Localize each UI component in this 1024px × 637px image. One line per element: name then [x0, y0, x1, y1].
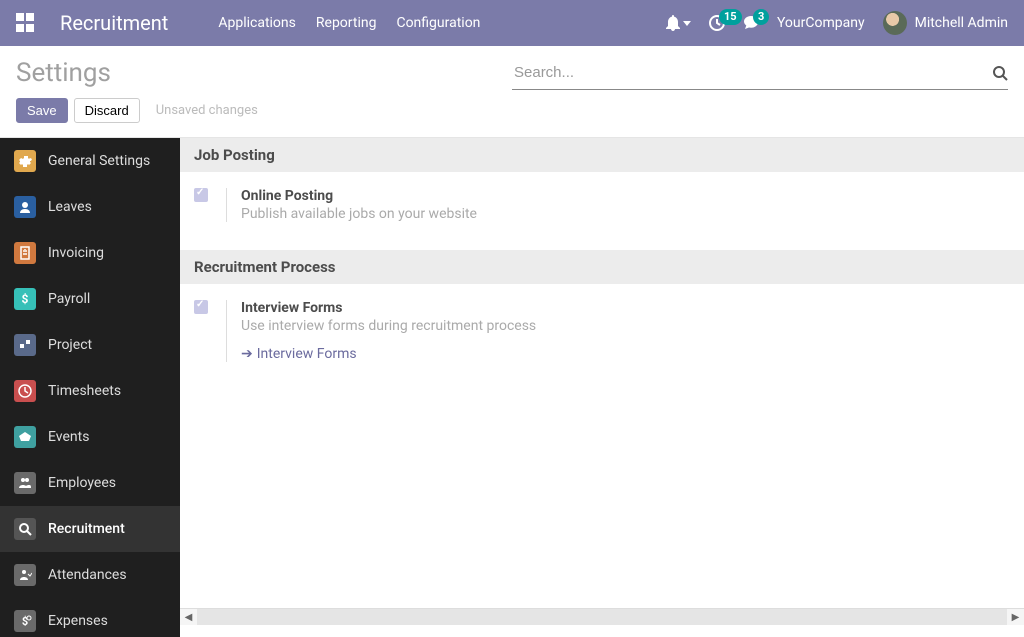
sidebar-item-label: General Settings	[48, 153, 150, 169]
sidebar-item-label: Invoicing	[48, 245, 104, 261]
unsaved-indicator: Unsaved changes	[156, 103, 258, 118]
chevron-down-icon	[683, 21, 691, 26]
setting-title: Online Posting	[241, 188, 1010, 204]
company-name[interactable]: YourCompany	[777, 15, 865, 31]
scroll-right-icon[interactable]: ▶	[1007, 609, 1024, 626]
project-icon	[14, 334, 36, 356]
sidebar-item-attendances[interactable]: Attendances	[0, 552, 180, 598]
sidebar-item-timesheets[interactable]: Timesheets	[0, 368, 180, 414]
sidebar-item-label: Leaves	[48, 199, 92, 215]
sidebar-item-label: Project	[48, 337, 92, 353]
sidebar-item-leaves[interactable]: Leaves	[0, 184, 180, 230]
sidebar-item-payroll[interactable]: $ Payroll	[0, 276, 180, 322]
sidebar-item-label: Events	[48, 429, 89, 445]
attendances-icon	[14, 564, 36, 586]
general-settings-icon	[14, 150, 36, 172]
sidebar-item-invoicing[interactable]: Invoicing	[0, 230, 180, 276]
svg-text:$: $	[22, 292, 29, 306]
search-field[interactable]	[512, 58, 1008, 90]
sidebar-item-label: Payroll	[48, 291, 90, 307]
sidebar-item-label: Timesheets	[48, 383, 121, 399]
horizontal-scrollbar[interactable]: ◀ ▶	[180, 608, 1024, 625]
activity-icon[interactable]: 15	[709, 15, 725, 31]
nav-right: 15 3 YourCompany Mitchell Admin	[666, 11, 1008, 35]
payroll-icon: $	[14, 288, 36, 310]
avatar	[883, 11, 907, 35]
sidebar-item-employees[interactable]: Employees	[0, 460, 180, 506]
sidebar-item-label: Employees	[48, 475, 116, 491]
scroll-track[interactable]	[197, 609, 1007, 625]
search-input[interactable]	[512, 58, 992, 87]
setting-title: Interview Forms	[241, 300, 1010, 316]
brand-title[interactable]: Recruitment	[60, 11, 168, 35]
arrow-right-icon: ➔	[241, 346, 253, 362]
sidebar-item-events[interactable]: Events	[0, 414, 180, 460]
page-title: Settings	[16, 58, 512, 88]
setting-row: Online Posting Publish available jobs on …	[180, 172, 1024, 250]
bell-icon[interactable]	[666, 15, 691, 31]
leaves-icon	[14, 196, 36, 218]
settings-sidebar: General Settings Leaves Invoicing $ Payroll P…	[0, 138, 180, 637]
sidebar-item-label: Attendances	[48, 567, 127, 583]
section-header: Job Posting	[180, 138, 1024, 172]
sidebar-item-expenses[interactable]: $ Expenses	[0, 598, 180, 637]
sidebar-item-project[interactable]: Project	[0, 322, 180, 368]
settings-main: Job Posting Online Posting Publish availab…	[180, 138, 1024, 637]
invoicing-icon	[14, 242, 36, 264]
setting-checkbox[interactable]	[194, 188, 208, 202]
nav-configuration[interactable]: Configuration	[396, 15, 480, 31]
chat-badge: 3	[753, 9, 769, 25]
user-name: Mitchell Admin	[915, 15, 1008, 31]
nav-links: Applications Reporting Configuration	[218, 15, 480, 31]
sidebar-item-general-settings[interactable]: General Settings	[0, 138, 180, 184]
control-panel: Settings Save Discard Unsaved changes	[0, 46, 1024, 138]
setting-description: Use interview forms during recruitment p…	[241, 318, 1010, 334]
nav-reporting[interactable]: Reporting	[316, 15, 377, 31]
sidebar-item-label: Recruitment	[48, 521, 125, 537]
activity-badge: 15	[719, 9, 742, 25]
body: General Settings Leaves Invoicing $ Payroll P…	[0, 138, 1024, 637]
save-button[interactable]: Save	[16, 98, 68, 123]
expenses-icon: $	[14, 610, 36, 632]
setting-description: Publish available jobs on your website	[241, 206, 1010, 222]
scroll-left-icon[interactable]: ◀	[180, 609, 197, 626]
sidebar-item-label: Expenses	[48, 613, 108, 629]
setting-checkbox[interactable]	[194, 300, 208, 314]
search-icon[interactable]	[992, 65, 1008, 81]
nav-applications[interactable]: Applications	[218, 15, 296, 31]
top-navbar: Recruitment Applications Reporting Confi…	[0, 0, 1024, 46]
employees-icon	[14, 472, 36, 494]
timesheets-icon	[14, 380, 36, 402]
sidebar-item-recruitment[interactable]: Recruitment	[0, 506, 180, 552]
events-icon	[14, 426, 36, 448]
apps-icon[interactable]	[16, 13, 36, 33]
chat-icon[interactable]: 3	[743, 15, 759, 31]
discard-button[interactable]: Discard	[74, 98, 140, 123]
recruitment-icon	[14, 518, 36, 540]
setting-row: Interview Forms Use interview forms durin…	[180, 284, 1024, 390]
user-menu[interactable]: Mitchell Admin	[883, 11, 1008, 35]
setting-link[interactable]: ➔ Interview Forms	[241, 346, 357, 362]
section-header: Recruitment Process	[180, 250, 1024, 284]
